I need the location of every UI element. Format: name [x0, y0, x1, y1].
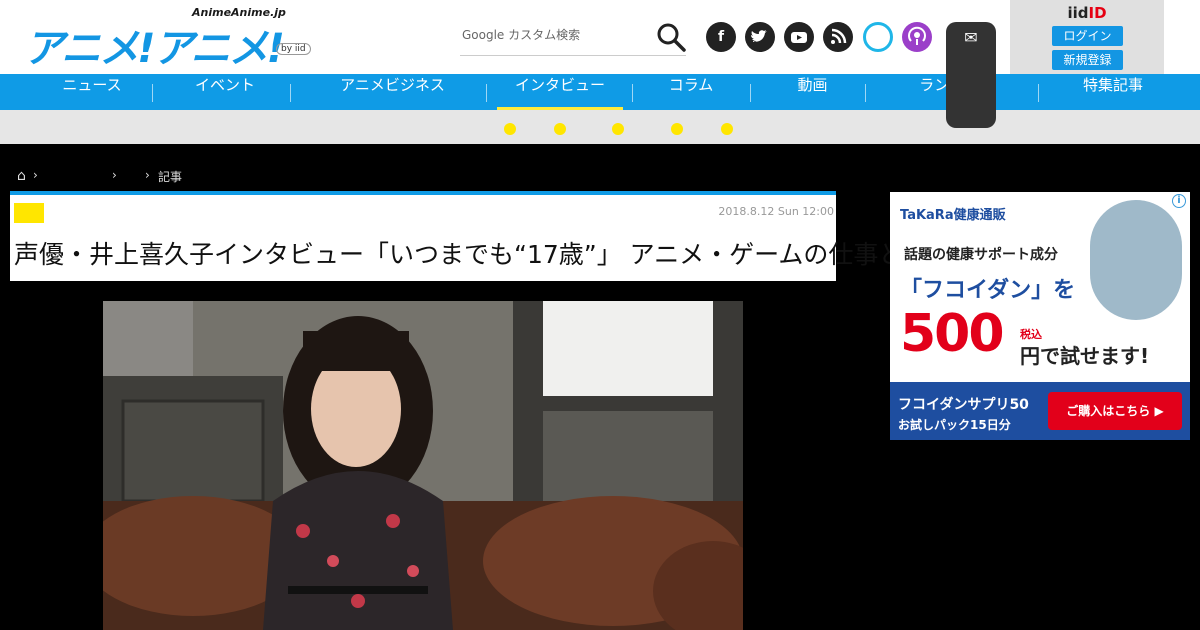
search-label: Google カスタム検索 [462, 28, 581, 42]
youtube-icon[interactable] [784, 22, 814, 52]
logo-by-iid: by iid [276, 43, 311, 55]
subnav-dot[interactable] [612, 123, 624, 135]
ad-price-suffix: 円で試せます! [1020, 344, 1150, 368]
podcast-icon[interactable] [902, 22, 932, 52]
product-image [1090, 200, 1182, 320]
ad-brand: TaKaRa健康通販 [900, 208, 1006, 223]
newsletter-button[interactable]: ✉ [946, 22, 996, 128]
photo-illustration [103, 301, 743, 630]
register-button[interactable]: 新規登録 [1052, 50, 1123, 70]
nav-divider [152, 84, 153, 102]
login-button[interactable]: ログイン [1052, 26, 1123, 46]
subnav-dot[interactable] [554, 123, 566, 135]
nav-item-news[interactable]: ニュース [32, 74, 152, 110]
site-header: AnimeAnime.jp アニメ!アニメ! by iid Google カスタ… [0, 0, 1200, 74]
nav-divider [486, 84, 487, 102]
logo-text: アニメ!アニメ! [24, 26, 285, 72]
article-header: 2018.8.12 Sun 12:00 声優・井上喜久子インタビュー「いつまでも… [10, 191, 1178, 281]
search-box[interactable]: Google カスタム検索 [460, 18, 686, 56]
breadcrumb-separator: › [33, 168, 38, 182]
nav-item-events[interactable]: イベント [160, 74, 290, 110]
ad-line1: 話題の健康サポート成分 [904, 247, 1058, 263]
article-headline: 声優・井上喜久子インタビュー「いつまでも“17歳”」 アニメ・ゲームの仕事とこれ… [14, 240, 1178, 269]
nav-item-column[interactable]: コラム [632, 74, 750, 110]
ad-info-icon[interactable]: i [1172, 194, 1186, 208]
nav-divider [1038, 84, 1039, 102]
sub-nav [0, 110, 1200, 144]
ad-bottom: フコイダンサプリ50 お試しパック15日分 ご購入はこちら ▶ [890, 382, 1190, 440]
main-nav: ニュース イベント アニメビジネス インタビュー コラム 動画 ランキング 特集… [0, 74, 1200, 110]
nav-item-business[interactable]: アニメビジネス [300, 74, 485, 110]
nav-divider [865, 84, 866, 102]
search-icon[interactable] [656, 22, 686, 52]
subnav-dot[interactable] [721, 123, 733, 135]
ad-cta-button[interactable]: ご購入はこちら ▶ [1048, 392, 1182, 430]
nav-item-video[interactable]: 動画 [760, 74, 865, 110]
site-logo[interactable]: AnimeAnime.jp アニメ!アニメ! by iid [22, 6, 312, 72]
home-icon[interactable]: ⌂ [17, 168, 26, 184]
breadcrumb-current: 記事 [158, 170, 183, 184]
ad-product: フコイダンサプリ50 [898, 397, 1029, 413]
ad-top: TaKaRa健康通販 話題の健康サポート成分 「フコイダン」を 500 税込 円… [890, 192, 1190, 382]
subnav-dot[interactable] [671, 123, 683, 135]
mail-icon: ✉ [964, 28, 978, 47]
subnav-dot[interactable] [504, 123, 516, 135]
facebook-icon[interactable]: f [706, 22, 736, 52]
ad-price: 500 [900, 304, 1005, 364]
breadcrumb-separator: › [145, 168, 150, 182]
ad-pack: お試しパック15日分 [898, 418, 1011, 432]
iid-brand: iidID [1067, 4, 1107, 22]
rss-icon[interactable] [823, 22, 853, 52]
iid-login-panel: iidID ログイン 新規登録 [1010, 0, 1164, 74]
nav-divider [290, 84, 291, 102]
twitter-icon[interactable] [745, 22, 775, 52]
ad-line2: 「フコイダン」を [900, 278, 1076, 303]
alexa-icon[interactable] [863, 22, 893, 52]
nav-item-features[interactable]: 特集記事 [1048, 74, 1178, 110]
article-date: 2018.8.12 Sun 12:00 [718, 205, 834, 218]
article-photo [103, 301, 743, 630]
category-tag[interactable] [14, 203, 44, 223]
sidebar-advertisement[interactable]: TaKaRa健康通販 話題の健康サポート成分 「フコイダン」を 500 税込 円… [890, 192, 1190, 440]
nav-divider [750, 84, 751, 102]
breadcrumb-separator: › [112, 168, 117, 182]
nav-item-interview[interactable]: インタビュー [497, 74, 623, 110]
